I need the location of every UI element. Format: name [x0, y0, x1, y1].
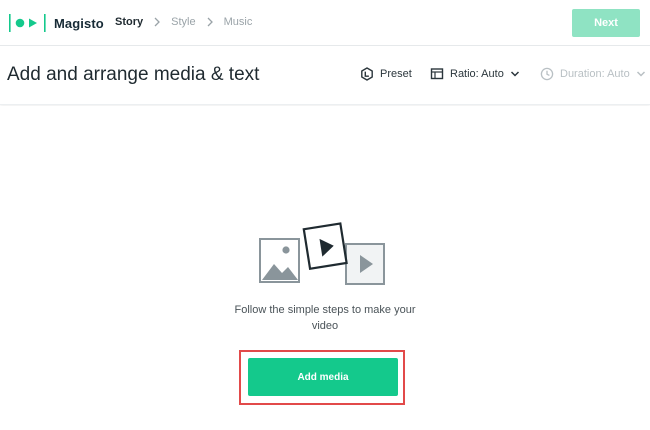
chevron-right-icon — [207, 17, 213, 27]
clock-icon — [540, 67, 554, 81]
media-placeholder-illustration — [259, 222, 385, 285]
image-icon — [259, 238, 300, 283]
add-media-button[interactable]: Add media — [248, 358, 398, 396]
next-button[interactable]: Next — [572, 9, 640, 37]
duration-dropdown[interactable]: Duration: Auto — [540, 67, 646, 81]
aspect-ratio-icon — [430, 68, 444, 80]
chevron-down-icon — [636, 71, 645, 77]
top-bar: Magisto Story Style Music Next — [0, 0, 650, 46]
step-style[interactable]: Style — [171, 16, 195, 28]
magisto-logo[interactable]: Magisto — [8, 12, 104, 34]
preset-button[interactable]: Preset — [360, 67, 412, 81]
wizard-steps: Story Style Music — [115, 16, 252, 28]
chevron-down-icon — [510, 70, 519, 77]
media-area: Follow the simple steps to make your vid… — [0, 106, 650, 430]
chevron-right-icon — [154, 17, 161, 27]
preset-icon — [361, 67, 373, 81]
play-icon — [302, 222, 348, 271]
empty-state-message: Follow the simple steps to make your vid… — [234, 304, 416, 332]
logo-mark-icon — [9, 14, 46, 32]
brand-name: Magisto — [54, 15, 104, 31]
ratio-label: Ratio: Auto — [450, 67, 504, 80]
step-music[interactable]: Music — [224, 16, 253, 28]
preset-label: Preset — [380, 68, 412, 80]
page-title: Add and arrange media & text — [7, 64, 260, 85]
video-icon — [345, 243, 385, 285]
duration-label: Duration: Auto — [560, 68, 630, 80]
title-bar: Add and arrange media & text Preset Rati… — [0, 47, 650, 105]
step-story[interactable]: Story — [115, 16, 143, 28]
ratio-dropdown[interactable]: Ratio: Auto — [430, 67, 520, 80]
